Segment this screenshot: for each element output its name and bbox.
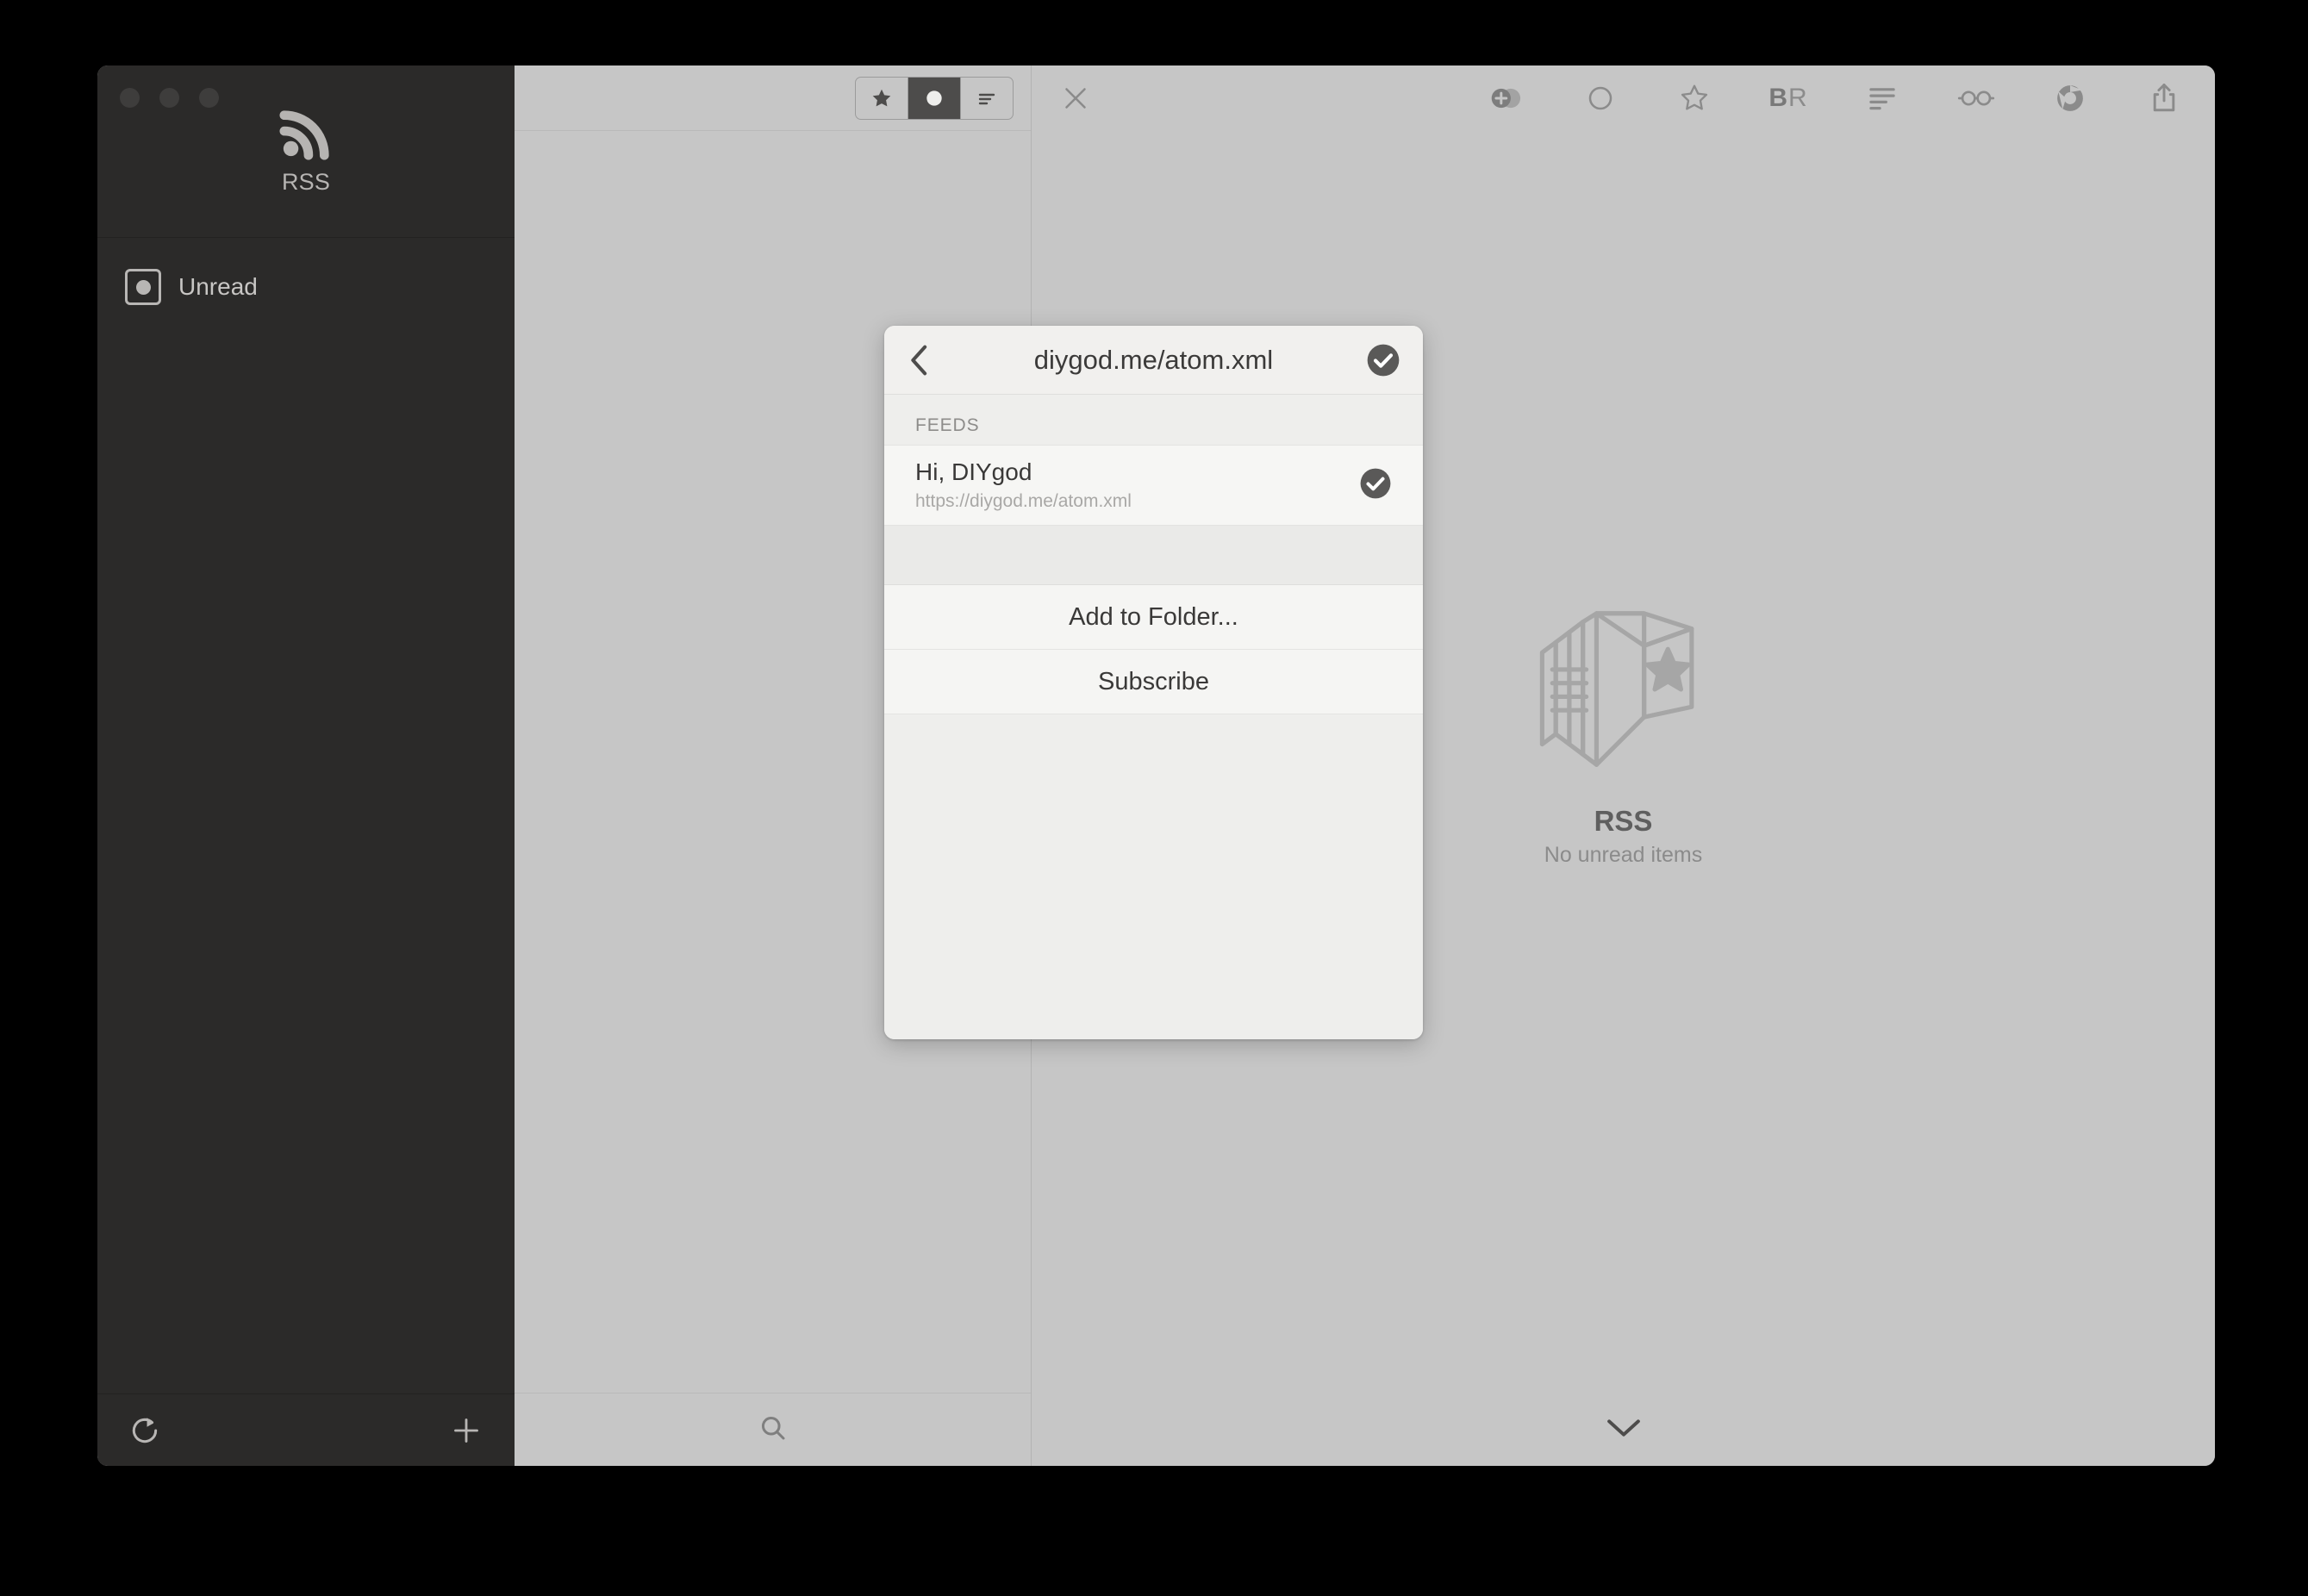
filter-unread-button[interactable] [908,78,961,119]
unread-dot-icon [125,269,161,305]
rss-box-icon [1521,605,1726,786]
filter-starred-button[interactable] [856,78,908,119]
open-in-browser-icon[interactable] [2050,74,2090,122]
article-detail-toolbar: BR [1032,65,2215,131]
empty-state-subtitle: No unread items [1544,843,1702,868]
dialog-spacer [884,526,1423,585]
check-circle-icon[interactable] [1359,467,1392,504]
dialog-header: diygod.me/atom.xml [884,326,1423,395]
filter-segmented-control[interactable] [855,77,1014,120]
share-icon[interactable] [2144,74,2184,122]
sidebar-footer [97,1393,515,1466]
feed-item-name: Hi, DIYgod [915,458,1132,486]
sidebar-list: Unread [97,238,515,1393]
br-rest-part: R [1788,84,1808,113]
circle-icon[interactable] [1581,74,1620,122]
sidebar-item-label: Unread [178,273,258,301]
filter-all-button[interactable] [961,78,1013,119]
feed-item-text: Hi, DIYgod https://diygod.me/atom.xml [915,458,1132,511]
subscribe-dialog: diygod.me/atom.xml FEEDS Hi, DIYgod http… [884,326,1423,1039]
dialog-body-empty [884,714,1423,1039]
window-traffic-lights[interactable] [120,88,219,108]
dialog-title: diygod.me/atom.xml [884,345,1423,376]
article-list-toolbar [515,65,1031,131]
text-lines-icon[interactable] [1862,74,1902,122]
chevron-down-icon[interactable] [1604,1416,1644,1444]
close-window-button[interactable] [120,88,140,108]
add-to-folder-button[interactable]: Add to Folder... [884,585,1423,650]
article-detail-footer [1032,1393,2215,1466]
feed-list-item[interactable]: Hi, DIYgod https://diygod.me/atom.xml [884,445,1423,526]
sidebar-item-unread[interactable]: Unread [97,260,515,314]
subscribe-button[interactable]: Subscribe [884,650,1423,714]
reader-glasses-icon[interactable] [1956,74,1996,122]
zoom-window-button[interactable] [199,88,219,108]
search-icon[interactable] [758,1412,789,1448]
star-outline-icon[interactable] [1675,74,1714,122]
refresh-icon[interactable] [128,1414,161,1447]
screen: RSS Unread [0,0,2308,1596]
toolbar-actions: BR [1487,74,2184,122]
sidebar: RSS Unread [97,65,515,1466]
article-list-footer [515,1393,1031,1466]
empty-state-title: RSS [1594,805,1653,838]
mark-unread-icon[interactable] [1487,74,1526,122]
rss-icon [279,107,333,160]
chevron-left-icon[interactable] [907,343,933,377]
dialog-section-header: FEEDS [884,395,1423,445]
br-text-icon[interactable]: BR [1768,74,1808,122]
br-bold-part: B [1768,84,1788,113]
close-icon[interactable] [1056,74,1095,122]
minimize-window-button[interactable] [159,88,179,108]
feed-item-url: https://diygod.me/atom.xml [915,491,1132,512]
sidebar-app-title: RSS [282,169,330,196]
plus-icon[interactable] [449,1413,483,1448]
check-circle-icon[interactable] [1366,343,1400,377]
